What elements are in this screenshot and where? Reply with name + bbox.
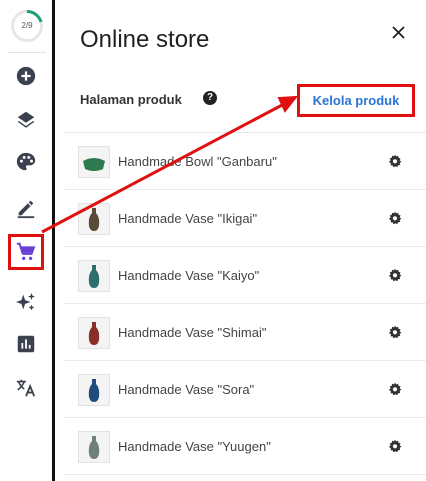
list-item[interactable]: Handmade Vase "Yuugen" (64, 418, 426, 475)
sparkle-icon[interactable] (14, 290, 38, 314)
product-name: Handmade Vase "Kaiyo" (118, 268, 260, 283)
product-thumbnail (78, 374, 110, 406)
list-item[interactable]: Handmade Vase "Shimai" (64, 304, 426, 361)
list-item[interactable]: Handmade Vase "Ikigai" (64, 190, 426, 247)
product-thumbnail (78, 317, 110, 349)
add-circle-icon[interactable] (14, 64, 38, 88)
list-item[interactable]: Handmade Vase "Sora" (64, 361, 426, 418)
product-name: Handmade Vase "Ikigai" (118, 211, 258, 226)
product-name: Handmade Vase "Yuugen" (118, 439, 271, 454)
edit-icon[interactable] (14, 196, 38, 220)
translate-icon[interactable] (14, 376, 38, 400)
rail-border (52, 0, 55, 481)
manage-products-button[interactable]: Kelola produk (297, 84, 415, 117)
palette-icon[interactable] (14, 150, 38, 174)
progress-counter[interactable]: 2/9 (11, 10, 43, 42)
gear-icon[interactable] (388, 211, 402, 225)
gear-icon[interactable] (388, 439, 402, 453)
section-label: Halaman produk (80, 92, 182, 107)
product-name: Handmade Bowl "Ganbaru" (118, 154, 277, 169)
product-thumbnail (78, 431, 110, 463)
rail-divider (8, 52, 46, 53)
close-icon[interactable] (391, 25, 405, 39)
product-thumbnail (78, 260, 110, 292)
list-item[interactable]: Handmade Vase "Kaiyo" (64, 247, 426, 304)
gear-icon[interactable] (388, 382, 402, 396)
product-name: Handmade Vase "Shimai" (118, 325, 267, 340)
gear-icon[interactable] (388, 325, 402, 339)
cart-icon[interactable] (8, 234, 44, 270)
product-name: Handmade Vase "Sora" (118, 382, 255, 397)
close-button[interactable] (388, 22, 408, 42)
product-thumbnail (78, 146, 110, 178)
list-item[interactable]: Handmade Bowl "Ganbaru" (64, 133, 426, 190)
product-thumbnail (78, 203, 110, 235)
layers-icon[interactable] (14, 108, 38, 132)
left-rail: 2/9 (0, 0, 52, 481)
help-icon[interactable]: ? (203, 91, 217, 105)
gear-icon[interactable] (388, 268, 402, 282)
gear-icon[interactable] (388, 154, 402, 168)
panel-title: Online store (80, 26, 210, 53)
chart-icon[interactable] (14, 332, 38, 356)
